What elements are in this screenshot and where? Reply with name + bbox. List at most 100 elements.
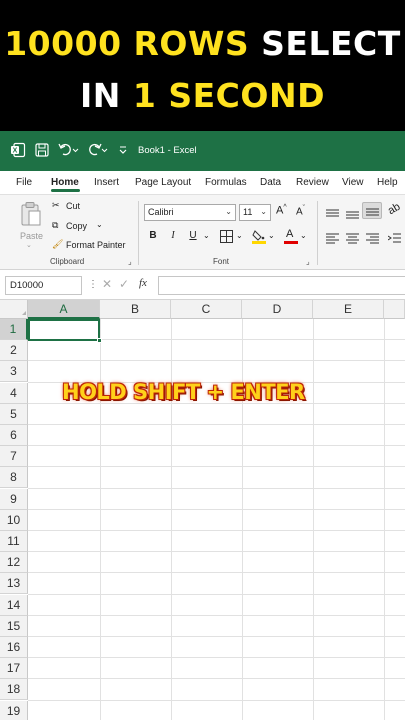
formula-input[interactable] (158, 276, 405, 295)
tab-formulas[interactable]: Formulas (205, 177, 247, 188)
underline-button[interactable]: U (186, 230, 200, 241)
title-banner: 10000 ROWS SELECT IN 1 SECOND (0, 0, 405, 131)
underline-dropdown-icon[interactable]: ⌄ (203, 231, 210, 240)
align-center-icon[interactable] (346, 231, 359, 249)
paste-dropdown-icon: ⌄ (26, 242, 32, 249)
copy-icon: ⧉ (52, 220, 59, 230)
font-name-value: Calibri (148, 207, 174, 217)
font-color-dropdown-icon[interactable]: ⌄ (300, 231, 307, 240)
row-header[interactable]: 7 (0, 446, 28, 468)
tab-home[interactable]: Home (51, 177, 79, 188)
undo-icon[interactable] (57, 142, 79, 160)
group-separator (317, 201, 318, 265)
bold-button[interactable]: B (146, 230, 160, 241)
tab-page-layout[interactable]: Page Layout (135, 177, 191, 188)
borders-dropdown-icon[interactable]: ⌄ (236, 231, 243, 240)
scissors-icon: ✂ (52, 200, 60, 210)
row-header[interactable]: 4 (0, 382, 28, 404)
banner-text-in: IN (80, 76, 121, 115)
row-header[interactable]: 11 (0, 531, 28, 552)
fill-color-dropdown-icon[interactable]: ⌄ (268, 231, 275, 240)
cut-label: Cut (66, 201, 81, 211)
font-size-combo[interactable]: 11 ⌄ (239, 204, 271, 221)
copy-dropdown-icon[interactable]: ⌄ (96, 220, 103, 229)
select-all-corner[interactable] (0, 300, 28, 319)
row-header[interactable]: 18 (0, 679, 28, 701)
align-left-icon[interactable] (326, 231, 339, 249)
align-right-icon[interactable] (366, 231, 379, 249)
copy-button[interactable]: ⧉ Copy ⌄ (52, 220, 112, 234)
redo-icon[interactable] (87, 142, 108, 160)
row-header[interactable]: 1 (0, 319, 28, 340)
row-header[interactable]: 14 (0, 594, 28, 616)
save-icon[interactable] (34, 142, 52, 160)
clipboard-launcher-icon[interactable]: ⌟ (128, 257, 132, 266)
banner-line-1: 10000 ROWS SELECT (0, 24, 405, 63)
paste-button[interactable]: Paste ⌄ (14, 199, 48, 255)
chevron-down-icon: ⌄ (260, 207, 267, 216)
enter-check-icon[interactable]: ✓ (119, 277, 129, 291)
font-color-button[interactable]: A (284, 228, 298, 244)
row-header[interactable]: 13 (0, 573, 28, 595)
shrink-font-button[interactable]: Aˇ (296, 205, 305, 217)
tab-help[interactable]: Help (377, 177, 398, 188)
column-header-b[interactable]: B (100, 300, 171, 319)
orientation-icon[interactable]: ab (386, 201, 403, 218)
row-header[interactable]: 19 (0, 700, 28, 720)
row-header[interactable]: 17 (0, 658, 28, 680)
tab-view[interactable]: View (342, 177, 364, 188)
tab-data[interactable]: Data (260, 177, 281, 188)
row-header[interactable]: 2 (0, 340, 28, 362)
fill-handle[interactable] (97, 338, 102, 343)
gridline (28, 636, 405, 637)
font-group-label: Font (213, 257, 230, 266)
row-header[interactable]: 3 (0, 361, 28, 383)
row-header[interactable]: 15 (0, 615, 28, 637)
banner-highlight-rows: 10000 ROWS (4, 24, 250, 63)
row-header[interactable]: 6 (0, 425, 28, 446)
italic-button[interactable]: I (166, 230, 180, 241)
active-cell[interactable] (28, 319, 100, 341)
more-options-icon[interactable]: ⋮ (88, 279, 98, 290)
tab-insert[interactable]: Insert (94, 177, 119, 188)
fill-color-icon[interactable] (252, 228, 266, 249)
row-header[interactable]: 5 (0, 403, 28, 425)
gridline (28, 360, 405, 362)
bottom-align-icon[interactable] (362, 202, 382, 219)
column-header-f[interactable] (384, 300, 405, 319)
column-header-d[interactable]: D (242, 300, 313, 319)
middle-align-icon[interactable] (346, 208, 359, 226)
row-header[interactable]: 9 (0, 488, 28, 510)
row-header[interactable]: 8 (0, 467, 28, 489)
overlay-caption: HOLD SHIFT + ENTER (62, 380, 305, 404)
top-align-icon[interactable] (326, 206, 339, 224)
indent-icon[interactable] (387, 231, 401, 249)
name-box[interactable]: D10000 (5, 276, 82, 295)
row-header[interactable]: 10 (0, 509, 28, 531)
font-name-combo[interactable]: Calibri ⌄ (144, 204, 236, 221)
column-header-a[interactable]: A (28, 300, 100, 319)
tab-review[interactable]: Review (296, 177, 329, 188)
borders-icon[interactable] (220, 230, 233, 248)
svg-text:X: X (13, 148, 18, 155)
shrink-font-letter: A (296, 206, 303, 218)
paste-icon (20, 201, 42, 232)
cut-button[interactable]: ✂ Cut (52, 200, 112, 214)
column-header-c[interactable]: C (171, 300, 242, 319)
customize-qat-icon[interactable] (118, 142, 136, 160)
tab-file[interactable]: File (16, 177, 32, 188)
format-painter-button[interactable]: 🖌 Format Painter (52, 239, 132, 253)
gridline (313, 319, 314, 720)
font-launcher-icon[interactable]: ⌟ (306, 257, 310, 266)
document-title: Book1 - Excel (138, 145, 197, 156)
gridline (28, 424, 405, 425)
insert-function-icon[interactable]: fx (139, 277, 147, 289)
grow-font-button[interactable]: A^ (276, 204, 287, 217)
excel-logo-icon: X (10, 142, 28, 160)
column-header-e[interactable]: E (313, 300, 384, 319)
row-header[interactable]: 12 (0, 552, 28, 574)
spreadsheet-grid: A B C D E 1 2 3 4 5 6 7 8 9 10 11 12 13 14 15 16 17 18 19 (0, 300, 405, 720)
row-header[interactable]: 16 (0, 637, 28, 658)
font-color-swatch (284, 241, 298, 244)
cancel-icon[interactable]: ✕ (102, 277, 112, 291)
